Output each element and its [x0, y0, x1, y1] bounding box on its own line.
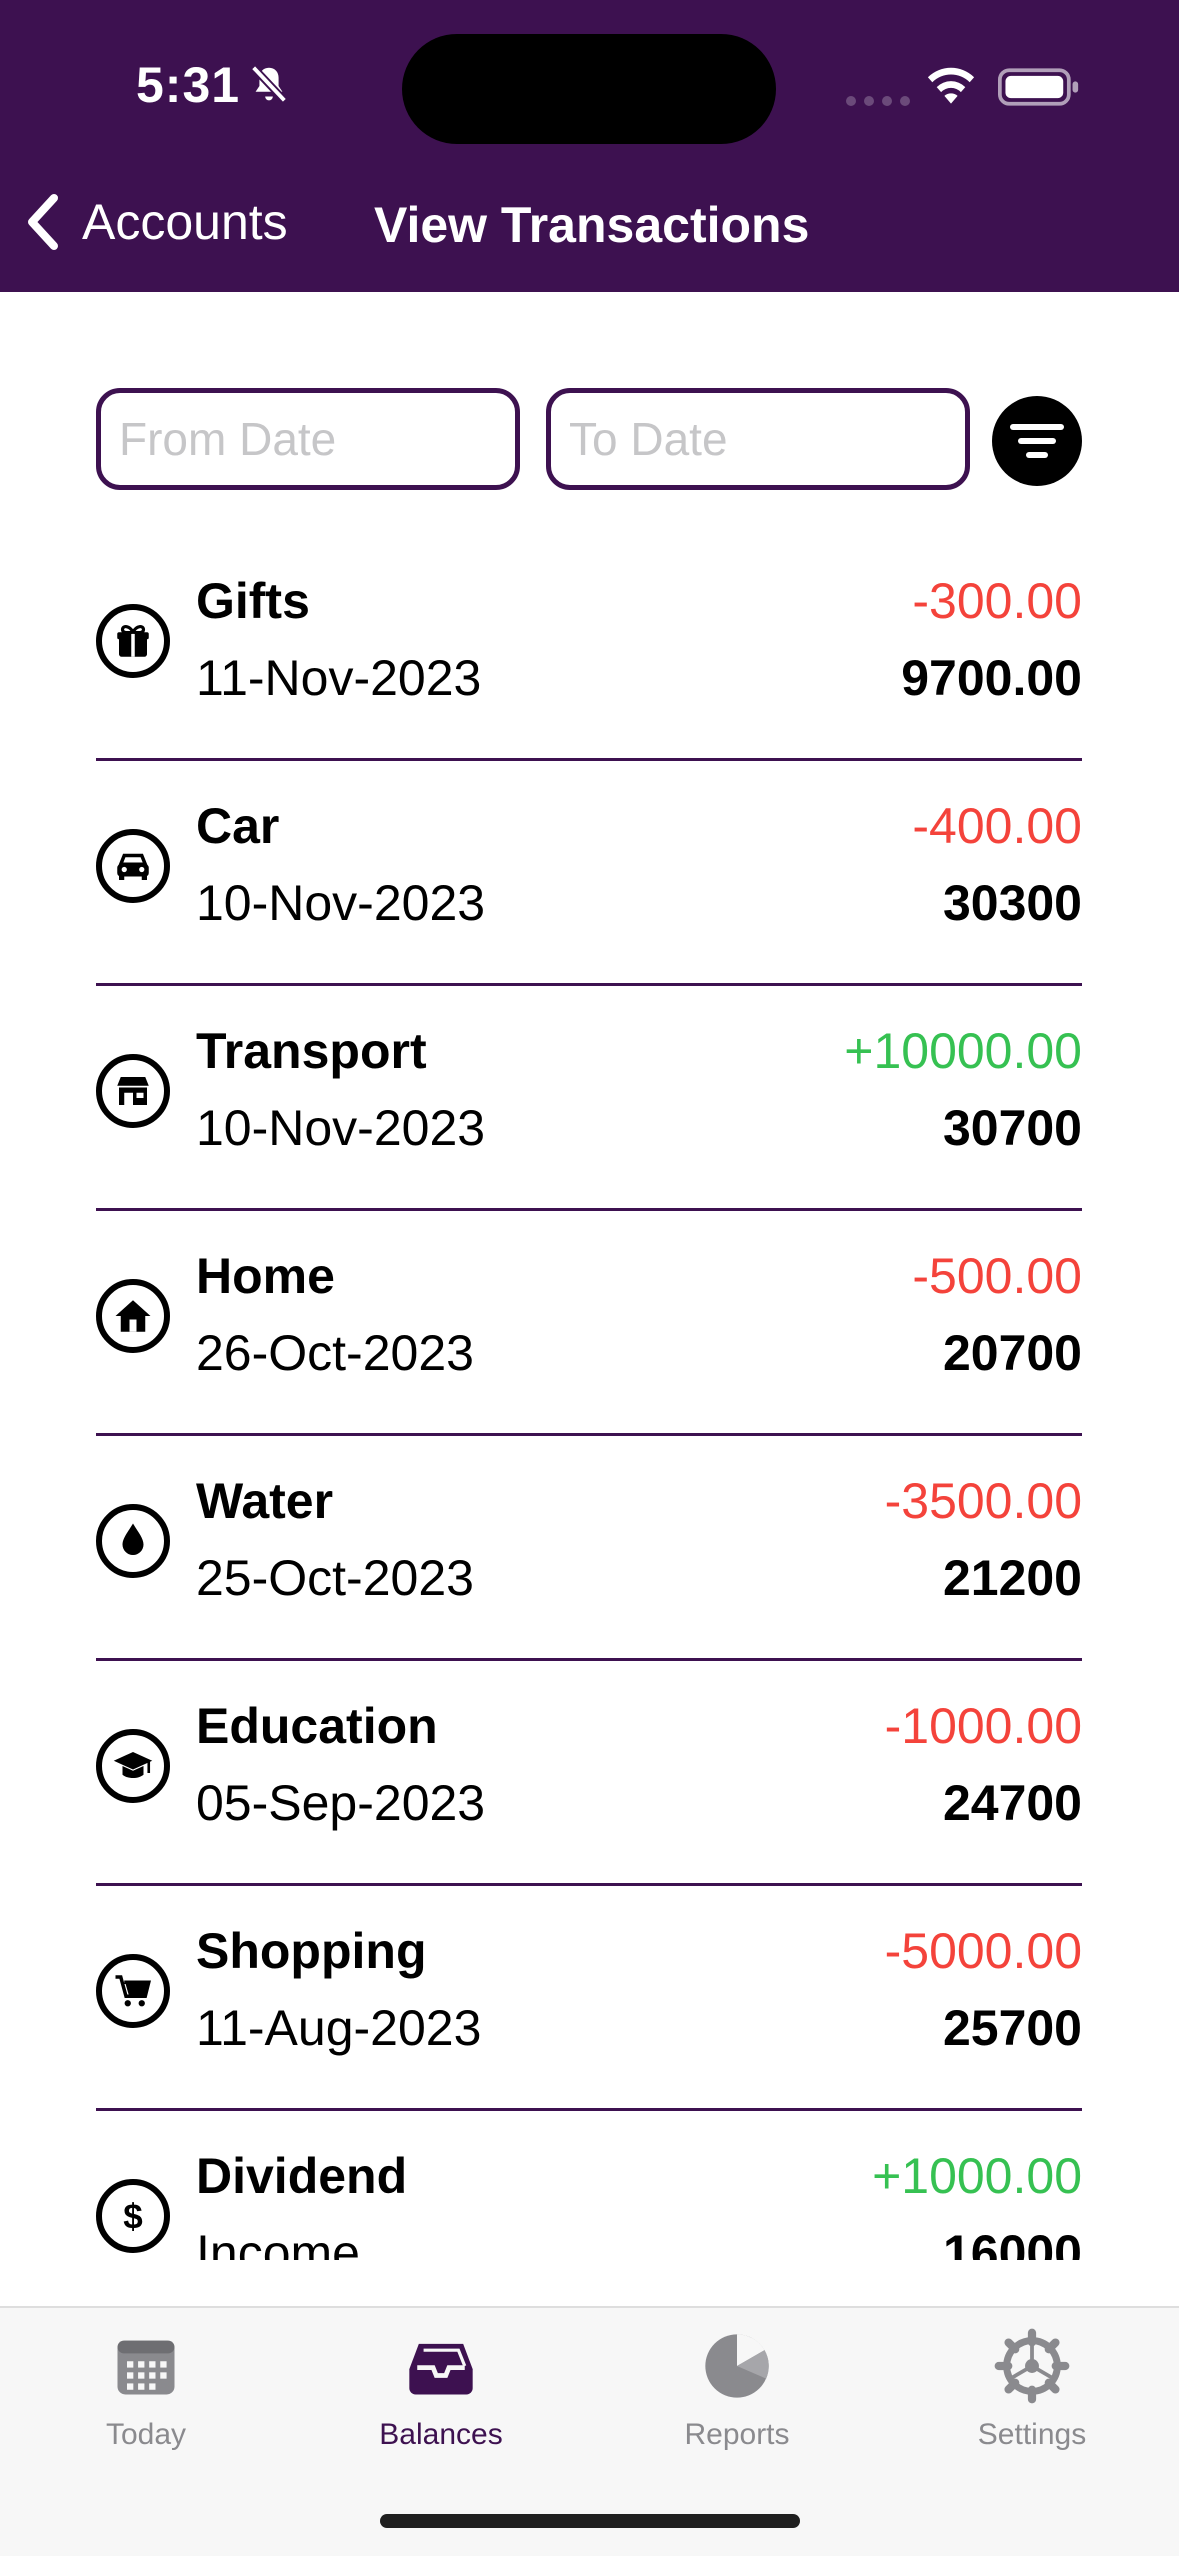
tab-reports[interactable]: Reports	[627, 2328, 847, 2452]
to-date-input[interactable]	[546, 388, 970, 490]
transaction-category: Gifts	[196, 573, 310, 629]
signal-icon	[846, 96, 910, 106]
dynamic-island	[402, 34, 776, 144]
transaction-date: Income	[196, 2225, 360, 2260]
transaction-row[interactable]: Education 05-Sep-2023 -1000.00 24700	[96, 1661, 1082, 1886]
transaction-category: Water	[196, 1473, 334, 1529]
transaction-amount: -5000.00	[884, 1923, 1082, 1979]
transaction-amount: +10000.00	[844, 1023, 1082, 1079]
water-drop-icon	[96, 1504, 170, 1578]
tray-icon	[409, 2343, 473, 2395]
transaction-category: Dividend	[196, 2148, 408, 2204]
cart-icon	[96, 1954, 170, 2028]
transaction-amount: -1000.00	[884, 1698, 1082, 1754]
graduation-cap-icon	[96, 1729, 170, 1803]
transaction-balance: 25700	[942, 2000, 1082, 2056]
page-title: View Transactions	[374, 197, 810, 253]
transaction-balance: 30300	[942, 875, 1082, 931]
transaction-balance: 24700	[942, 1775, 1082, 1831]
transaction-date: 11-Aug-2023	[196, 2000, 482, 2056]
transaction-balance: 21200	[942, 1550, 1082, 1606]
transaction-row[interactable]: Gifts 11-Nov-2023 -300.00 9700.00	[96, 536, 1082, 761]
transaction-amount: -400.00	[912, 798, 1082, 854]
tab-label: Balances	[379, 2418, 503, 2451]
tab-settings[interactable]: Settings	[922, 2328, 1142, 2452]
from-date-input[interactable]	[96, 388, 520, 490]
transaction-row[interactable]: Shopping 11-Aug-2023 -5000.00 25700	[96, 1886, 1082, 2111]
tab-today[interactable]: Today	[36, 2328, 256, 2452]
navigation-header: 5:31 Accounts View Transactions	[0, 0, 1179, 292]
transaction-category: Car	[196, 798, 280, 854]
transaction-category: Home	[196, 1248, 335, 1304]
wifi-icon	[927, 67, 975, 104]
transaction-amount: -500.00	[912, 1248, 1082, 1304]
transaction-date: 11-Nov-2023	[196, 650, 482, 706]
transaction-row[interactable]: Transport 10-Nov-2023 +10000.00 30700	[96, 986, 1082, 1211]
house-icon	[96, 1279, 170, 1353]
transaction-category: Transport	[196, 1023, 427, 1079]
date-filters	[96, 388, 1084, 492]
transaction-category: Shopping	[196, 1923, 427, 1979]
chevron-left-icon	[28, 194, 58, 250]
back-button[interactable]: Accounts	[24, 192, 288, 252]
transaction-category: Education	[196, 1698, 438, 1754]
screen: 5:31 Accounts View Transactions From Dat…	[0, 0, 1179, 2556]
transaction-row[interactable]: Water 25-Oct-2023 -3500.00 21200	[96, 1436, 1082, 1661]
tab-label: Today	[105, 2418, 187, 2451]
filter-button[interactable]	[992, 396, 1082, 486]
storefront-icon	[96, 1054, 170, 1128]
back-label: Accounts	[82, 194, 288, 250]
transaction-balance: 30700	[942, 1100, 1082, 1156]
transaction-amount: -3500.00	[884, 1473, 1082, 1529]
transaction-row[interactable]: Home 26-Oct-2023 -500.00 20700	[96, 1211, 1082, 1436]
dollar-icon: $	[96, 2179, 170, 2253]
transaction-row[interactable]: Car 10-Nov-2023 -400.00 30300	[96, 761, 1082, 986]
svg-text:$: $	[123, 2197, 142, 2236]
transactions-list[interactable]: Gifts 11-Nov-2023 -300.00 9700.00 Car 10…	[96, 536, 1082, 2260]
status-time: 5:31	[136, 57, 241, 113]
transaction-date: 10-Nov-2023	[196, 1100, 486, 1156]
transaction-balance: 9700.00	[901, 650, 1082, 706]
transaction-balance: 20700	[942, 1325, 1082, 1381]
pie-chart-icon	[705, 2334, 769, 2398]
transaction-balance: 16000	[942, 2225, 1082, 2260]
tab-label: Reports	[684, 2418, 790, 2451]
transaction-amount: +1000.00	[872, 2148, 1082, 2204]
gift-icon	[96, 604, 170, 678]
transaction-date: 26-Oct-2023	[196, 1325, 474, 1381]
bell-muted-icon	[250, 65, 288, 103]
filter-icon	[1010, 424, 1064, 458]
transaction-row[interactable]: $ Dividend Income +1000.00 16000	[96, 2111, 1082, 2260]
transaction-date: 05-Sep-2023	[196, 1775, 486, 1831]
car-icon	[96, 829, 170, 903]
tab-balances[interactable]: Balances	[331, 2328, 551, 2452]
tab-label: Settings	[977, 2418, 1087, 2451]
transaction-amount: -300.00	[912, 573, 1082, 629]
gear-icon	[994, 2328, 1070, 2404]
transaction-date: 25-Oct-2023	[196, 1550, 474, 1606]
home-indicator	[380, 2514, 800, 2528]
transaction-date: 10-Nov-2023	[196, 875, 486, 931]
battery-icon	[998, 68, 1079, 106]
calendar-icon	[117, 2340, 175, 2395]
